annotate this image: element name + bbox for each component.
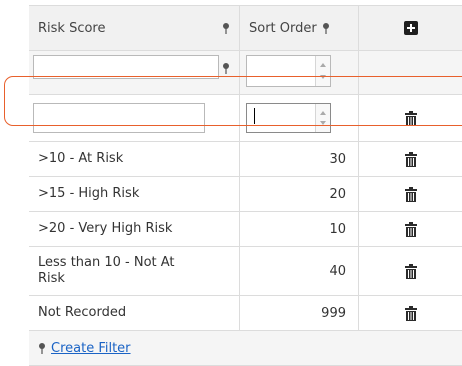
sort-order-edit-cell	[240, 95, 359, 141]
risk-score-column-header[interactable]: Risk Score	[29, 6, 240, 50]
table-row[interactable]: Not Recorded 999	[29, 296, 462, 331]
sort-order-cell: 999	[240, 296, 359, 330]
table-row[interactable]: >20 - Very High Risk 10	[29, 212, 462, 247]
pin-icon[interactable]	[222, 23, 230, 34]
trash-icon[interactable]	[404, 305, 417, 321]
risk-score-cell: Not Recorded	[29, 296, 240, 330]
sort-order-filter-cell	[240, 51, 359, 94]
delete-cell	[359, 142, 462, 176]
filter-action-cell	[359, 51, 462, 94]
trash-icon[interactable]	[404, 151, 417, 167]
risk-score-cell: >20 - Very High Risk	[29, 212, 240, 246]
trash-icon[interactable]	[404, 221, 417, 237]
sort-order-filter-input[interactable]	[246, 55, 331, 87]
risk-score-filter-input[interactable]	[33, 55, 219, 79]
delete-cell	[359, 247, 462, 295]
sort-order-column-header[interactable]: Sort Order	[240, 6, 359, 50]
risk-score-grid: Risk Score Sort Order >10 - At Risk 30 >…	[29, 5, 462, 366]
spin-down-icon[interactable]	[320, 75, 326, 79]
number-spinner[interactable]	[315, 104, 330, 132]
sort-order-cell: 10	[240, 212, 359, 246]
delete-cell	[359, 177, 462, 211]
table-row[interactable]: >10 - At Risk 30	[29, 142, 462, 177]
add-row-icon[interactable]	[403, 21, 418, 35]
table-row[interactable]: >15 - High Risk 20	[29, 177, 462, 212]
grid-header: Risk Score Sort Order	[29, 5, 462, 51]
spin-down-icon[interactable]	[320, 121, 326, 125]
delete-cell	[359, 212, 462, 246]
delete-cell	[359, 296, 462, 330]
table-row[interactable]: Less than 10 - Not At Risk 40	[29, 247, 462, 296]
delete-cell	[359, 95, 462, 141]
risk-score-header-label: Risk Score	[38, 20, 106, 36]
pin-icon[interactable]	[322, 22, 330, 34]
pin-icon	[39, 342, 45, 354]
new-row-editor	[29, 95, 462, 142]
sort-order-cell: 30	[240, 142, 359, 176]
trash-icon[interactable]	[404, 110, 417, 126]
risk-score-edit-cell	[29, 95, 240, 141]
risk-score-filter-cell	[29, 51, 240, 94]
grid-footer: Create Filter	[29, 331, 462, 366]
risk-score-cell: >10 - At Risk	[29, 142, 240, 176]
sort-order-edit-input[interactable]	[246, 103, 331, 133]
text-caret	[254, 108, 255, 124]
trash-icon[interactable]	[404, 186, 417, 202]
create-filter-link[interactable]: Create Filter	[51, 341, 131, 356]
sort-order-header-label: Sort Order	[249, 20, 317, 36]
risk-score-edit-input[interactable]	[33, 103, 205, 133]
pin-icon[interactable]	[222, 63, 230, 74]
spin-up-icon[interactable]	[320, 63, 326, 67]
number-spinner[interactable]	[315, 56, 330, 86]
sort-order-cell: 20	[240, 177, 359, 211]
spin-up-icon[interactable]	[320, 111, 326, 115]
risk-score-cell: >15 - High Risk	[29, 177, 240, 211]
trash-icon[interactable]	[404, 263, 417, 279]
filter-row	[29, 51, 462, 95]
add-row-header	[359, 6, 462, 50]
sort-order-cell: 40	[240, 247, 359, 295]
risk-score-cell: Less than 10 - Not At Risk	[29, 247, 240, 295]
